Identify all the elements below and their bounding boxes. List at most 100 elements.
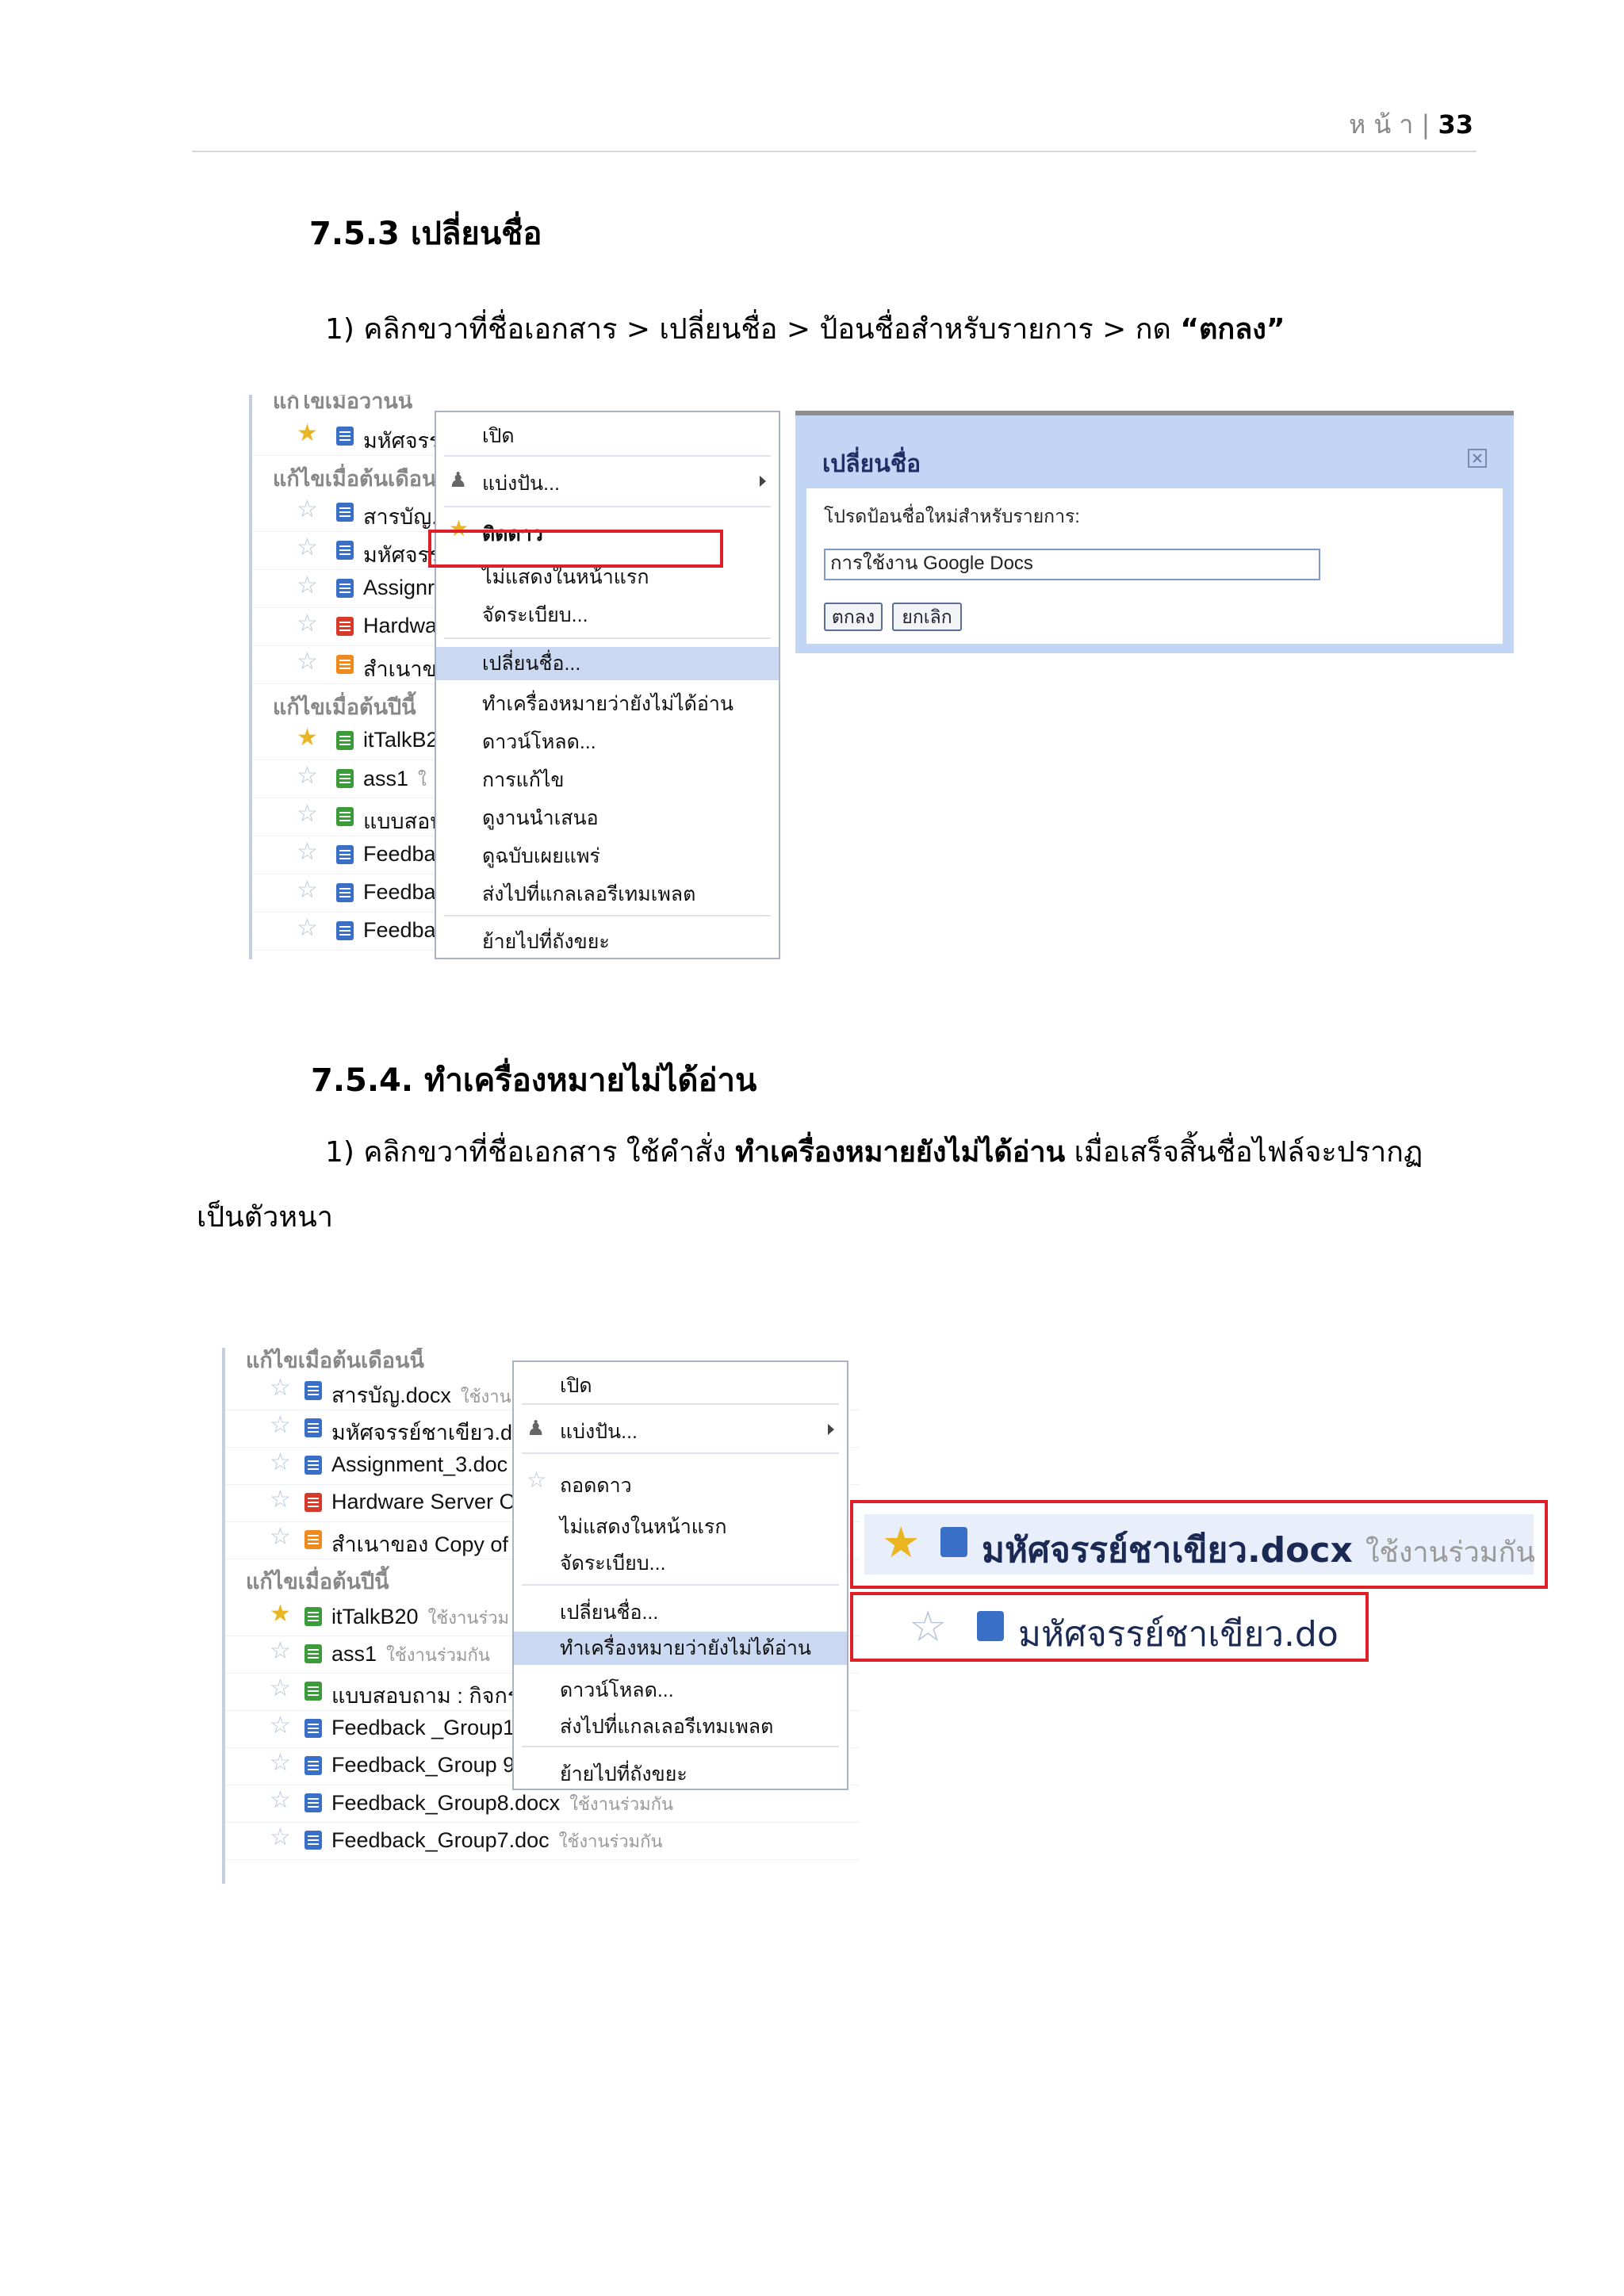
- star-outline-icon[interactable]: ☆: [270, 1451, 293, 1475]
- star-outline-icon[interactable]: ☆: [297, 802, 320, 826]
- menu-hide[interactable]: ไม่แสดงในหน้าแรก: [514, 1511, 847, 1543]
- star-icon[interactable]: ★: [297, 422, 320, 446]
- star-outline-icon[interactable]: ☆: [297, 840, 320, 864]
- document-icon: [336, 427, 354, 446]
- ok-button[interactable]: ตกลง: [824, 603, 883, 631]
- page-header: ห น้ า | 33: [1349, 109, 1473, 140]
- list-item[interactable]: ☆ Feedback_Group7.doc ใช้งานร่วมกัน: [225, 1821, 860, 1860]
- person-icon: ♟: [527, 1416, 546, 1440]
- file-name: สารบัญ.: [363, 505, 438, 529]
- menu-view-published[interactable]: ดูฉบับเผยแพร่: [436, 840, 779, 872]
- group-label-month: แก้ไขเมื่อต้นเดือน: [273, 467, 437, 491]
- file-name: Hardware Server O: [331, 1490, 516, 1513]
- document-icon: [304, 1607, 322, 1626]
- highlight-box-normal: ☆ มหัศจรรย์ชาเขียว.do: [850, 1592, 1369, 1662]
- star-outline-icon[interactable]: ☆: [270, 1414, 293, 1437]
- menu-revisions[interactable]: การแก้ไข: [436, 764, 779, 796]
- highlight-box: [428, 530, 723, 568]
- document-icon: [336, 617, 354, 636]
- document-icon: [304, 1493, 322, 1512]
- rename-dialog: เปลี่ยนชื่อ โปรดป้อนชื่อใหม่สำหรับรายการ…: [795, 411, 1514, 653]
- group-label-year: แก้ไขเมื่อต้นปีนี้: [273, 695, 416, 719]
- menu-rename[interactable]: เปลี่ยนชื่อ...: [436, 647, 779, 680]
- star-outline-icon[interactable]: ☆: [270, 1488, 293, 1512]
- dialog-prompt: โปรดป้อนชื่อใหม่สำหรับรายการ:: [824, 506, 1080, 526]
- submenu-arrow-icon: [760, 476, 766, 487]
- star-outline-icon[interactable]: ☆: [297, 916, 320, 940]
- document-icon: [940, 1527, 967, 1557]
- star-icon: ★: [882, 1517, 921, 1567]
- file-name: Hardwa: [363, 614, 438, 637]
- person-icon: ♟: [449, 468, 468, 492]
- file-name: itTalkB20 ใช้งานร่วม: [331, 1605, 510, 1628]
- zoomed-row-bold: ★ มหัศจรรย์ชาเขียว.docx ใช้งานร่วมกัน: [864, 1514, 1535, 1575]
- file-name: แบบสอบ: [363, 809, 444, 833]
- star-outline-icon[interactable]: ☆: [297, 612, 320, 636]
- document-icon: [336, 807, 354, 826]
- highlight-box-bold: ★ มหัศจรรย์ชาเขียว.docx ใช้งานร่วมกัน: [850, 1500, 1548, 1589]
- star-outline-icon[interactable]: ☆: [270, 1751, 293, 1775]
- document-icon: [336, 845, 354, 864]
- star-outline-icon[interactable]: ☆: [270, 1640, 293, 1663]
- page-number: 33: [1438, 109, 1473, 140]
- rename-input[interactable]: การใช้งาน Google Docs: [824, 549, 1320, 580]
- star-outline-icon[interactable]: ☆: [270, 1789, 293, 1812]
- menu-share[interactable]: แบ่งปัน...: [436, 468, 779, 499]
- dialog-body: โปรดป้อนชื่อใหม่สำหรับรายการ: การใช้งาน …: [806, 488, 1503, 644]
- document-icon: [336, 883, 354, 902]
- menu-send-template[interactable]: ส่งไปที่แกลเลอรีเทมเพลต: [514, 1711, 847, 1743]
- menu-mark-unread[interactable]: ทำเครื่องหมายว่ายังไม่ได้อ่าน: [436, 688, 779, 720]
- dialog-title: เปลี่ยนชื่อ: [822, 451, 921, 477]
- section-heading-mark-unread: 7.5.4. ทำเครื่องหมายไม่ได้อ่าน: [311, 1062, 757, 1099]
- file-name: สำเนาข: [363, 657, 437, 681]
- document-icon: [336, 769, 354, 788]
- instruction-rename: 1) คลิกขวาที่ชื่อเอกสาร > เปลี่ยนชื่อ > …: [325, 313, 1285, 346]
- cancel-button[interactable]: ยกเลิก: [892, 603, 962, 631]
- document-icon: [304, 1719, 322, 1738]
- star-outline-icon[interactable]: ☆: [297, 764, 320, 788]
- menu-download[interactable]: ดาวน์โหลด...: [436, 726, 779, 758]
- close-icon[interactable]: [1468, 449, 1487, 468]
- document-icon: [304, 1831, 322, 1850]
- menu-trash[interactable]: ย้ายไปที่ถังขยะ: [436, 926, 779, 958]
- file-name: Assignr: [363, 576, 435, 599]
- star-outline-icon[interactable]: ☆: [270, 1714, 293, 1738]
- document-icon: [336, 503, 354, 522]
- menu-open[interactable]: เปิด: [514, 1370, 847, 1402]
- star-icon[interactable]: ★: [297, 726, 320, 750]
- section-heading-rename: 7.5.3 เปลี่ยนชื่อ: [309, 216, 542, 252]
- document-icon: [304, 1644, 322, 1663]
- star-outline-icon[interactable]: ☆: [297, 878, 320, 902]
- menu-send-template[interactable]: ส่งไปที่แกลเลอรีเทมเพลต: [436, 878, 779, 910]
- star-outline-icon[interactable]: ☆: [297, 574, 320, 598]
- menu-view-presentation[interactable]: ดูงานนำเสนอ: [436, 802, 779, 834]
- star-outline-icon[interactable]: ☆: [297, 650, 320, 674]
- document-icon: [336, 579, 354, 598]
- menu-open[interactable]: เปิด: [436, 420, 779, 452]
- document-icon: [304, 1756, 322, 1775]
- group-label-year: แก้ไขเมื่อต้นปีนี้: [246, 1570, 389, 1594]
- star-outline-icon[interactable]: ☆: [270, 1677, 293, 1701]
- document-icon: [977, 1611, 1004, 1641]
- file-name: Feedba: [363, 842, 436, 866]
- file-name: Feedback_Group 9: [331, 1753, 515, 1777]
- document-icon: [336, 655, 354, 674]
- file-name: ass1 ใช้งานร่วมกัน: [331, 1642, 490, 1666]
- menu-organize[interactable]: จัดระเบียบ...: [436, 599, 779, 631]
- menu-organize[interactable]: จัดระเบียบ...: [514, 1548, 847, 1579]
- menu-unstar[interactable]: ถอดดาว: [514, 1470, 847, 1502]
- menu-mark-unread[interactable]: ทำเครื่องหมายว่ายังไม่ได้อ่าน: [514, 1632, 847, 1665]
- menu-rename[interactable]: เปลี่ยนชื่อ...: [514, 1597, 847, 1628]
- file-name: Feedback _Group1: [331, 1716, 515, 1739]
- star-outline-icon[interactable]: ☆: [270, 1376, 293, 1400]
- file-name: มหัศจรร: [363, 429, 441, 453]
- star-outline-icon[interactable]: ☆: [297, 498, 320, 522]
- menu-trash[interactable]: ย้ายไปที่ถังขยะ: [514, 1758, 847, 1790]
- star-icon[interactable]: ★: [270, 1602, 293, 1626]
- star-outline-icon[interactable]: ☆: [270, 1525, 293, 1549]
- star-outline-icon[interactable]: ☆: [270, 1826, 293, 1850]
- screenshot-rename-menu: แก้ไขเมื่อวานนี้ ★ มหัศจรร แก้ไขเมื่อต้นเด…: [249, 395, 780, 959]
- star-outline-icon[interactable]: ☆: [297, 536, 320, 560]
- menu-share[interactable]: แบ่งปัน...: [514, 1416, 847, 1448]
- menu-download[interactable]: ดาวน์โหลด...: [514, 1674, 847, 1706]
